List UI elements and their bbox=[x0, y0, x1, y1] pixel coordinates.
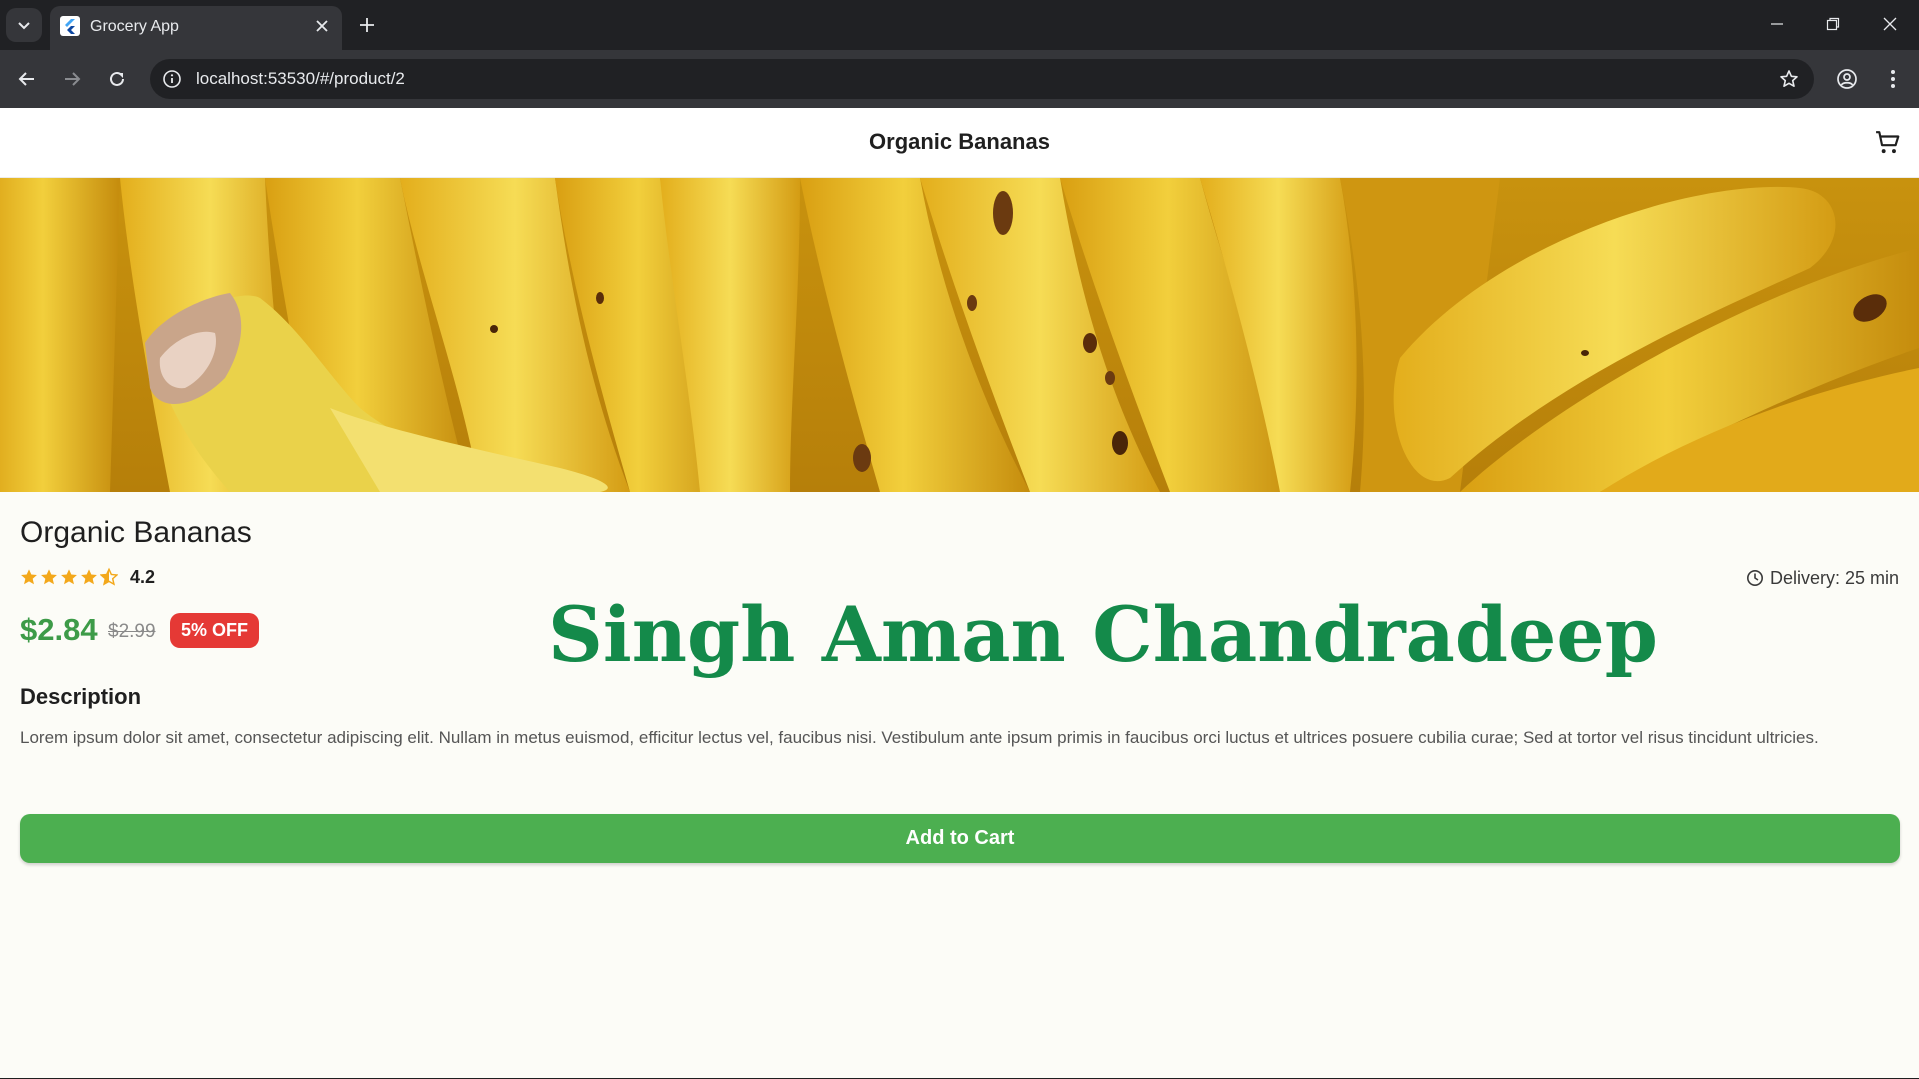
browser-toolbar: localhost:53530/#/product/2 bbox=[0, 50, 1919, 108]
site-info-button[interactable] bbox=[160, 67, 184, 91]
profile-button[interactable] bbox=[1829, 61, 1865, 97]
delivery-info: Delivery: 25 min bbox=[1746, 566, 1899, 590]
flutter-favicon-icon bbox=[60, 16, 80, 36]
reload-button[interactable] bbox=[99, 61, 135, 97]
close-icon bbox=[1883, 17, 1897, 31]
info-icon bbox=[163, 70, 181, 88]
arrow-left-icon bbox=[18, 72, 34, 86]
cart-button[interactable] bbox=[1869, 124, 1907, 162]
description-heading: Description bbox=[20, 684, 142, 709]
star-filled-icon bbox=[41, 569, 57, 585]
product-price: $2.84 bbox=[20, 612, 98, 647]
star-filled-icon bbox=[61, 569, 77, 585]
plus-icon bbox=[360, 18, 374, 32]
rating-stars bbox=[20, 566, 118, 590]
address-bar[interactable]: localhost:53530/#/product/2 bbox=[150, 59, 1814, 99]
product-image bbox=[0, 178, 1919, 492]
delivery-text: Delivery: 25 min bbox=[1769, 567, 1899, 588]
back-button[interactable] bbox=[9, 61, 45, 97]
minimize-icon bbox=[1771, 23, 1783, 25]
rating-value: 4.2 bbox=[130, 567, 156, 587]
reload-icon bbox=[110, 71, 124, 86]
close-window-button[interactable] bbox=[1862, 0, 1918, 48]
app-bar: Organic Bananas bbox=[0, 108, 1919, 178]
restore-icon bbox=[1826, 17, 1840, 31]
tab-close-button[interactable] bbox=[310, 14, 334, 38]
tab-title: Grocery App bbox=[90, 18, 179, 35]
product-details: Organic Bananas 4.2 Delivery: 25 min $2.… bbox=[0, 492, 1919, 1079]
forward-button[interactable] bbox=[54, 61, 90, 97]
clock-icon bbox=[1746, 570, 1763, 586]
account-circle-icon bbox=[1837, 69, 1857, 89]
arrow-right-icon bbox=[65, 72, 81, 86]
watermark-text: Singh Aman Chandradeep bbox=[548, 590, 1658, 679]
url-text[interactable]: localhost:53530/#/product/2 bbox=[196, 69, 405, 89]
discount-badge: 5% OFF bbox=[170, 613, 260, 648]
browser-menu-button[interactable] bbox=[1875, 61, 1911, 97]
tab-search-button[interactable] bbox=[6, 8, 42, 42]
product-name: Organic Bananas bbox=[20, 516, 252, 549]
add-to-cart-button[interactable]: Add to Cart bbox=[20, 814, 1900, 863]
browser-tab-active[interactable]: Grocery App bbox=[50, 6, 342, 50]
restore-button[interactable] bbox=[1805, 0, 1861, 48]
more-vertical-icon bbox=[1891, 70, 1895, 88]
new-tab-button[interactable] bbox=[352, 10, 382, 40]
star-filled-icon bbox=[81, 569, 97, 585]
page-title: Organic Bananas bbox=[869, 129, 1050, 154]
original-price: $2.99 bbox=[108, 621, 156, 642]
minimize-button[interactable] bbox=[1749, 0, 1805, 48]
close-icon bbox=[316, 20, 328, 32]
cart-icon bbox=[1876, 131, 1900, 154]
chevron-down-icon bbox=[18, 22, 30, 30]
star-icon bbox=[1780, 70, 1798, 87]
star-filled-icon bbox=[21, 569, 37, 585]
star-half-icon bbox=[100, 567, 118, 586]
browser-tab-bar: Grocery App bbox=[0, 0, 1919, 50]
bookmark-button[interactable] bbox=[1776, 66, 1802, 92]
description-text: Lorem ipsum dolor sit amet, consectetur … bbox=[20, 728, 1819, 747]
